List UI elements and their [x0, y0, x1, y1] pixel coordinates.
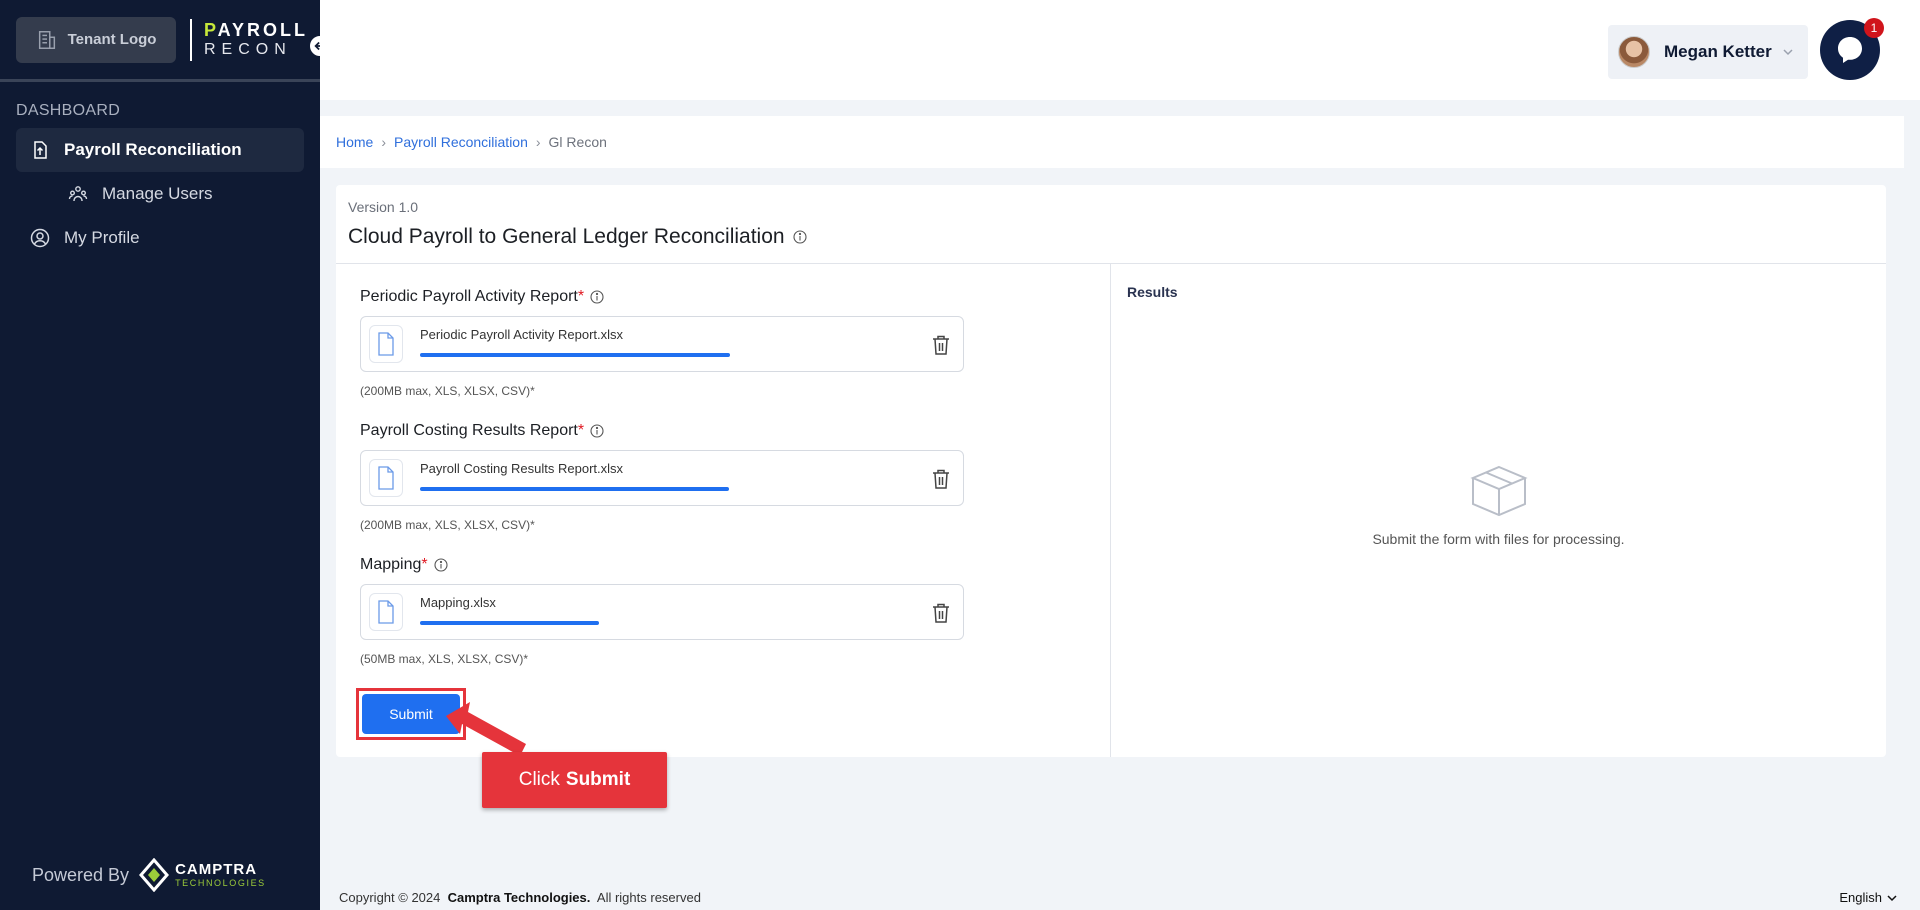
- file-upload-mapping[interactable]: Mapping.xlsx: [360, 584, 964, 640]
- callout-tooltip: Click Submit: [482, 752, 667, 808]
- footer: Copyright © 2024 Camptra Technologies. A…: [339, 890, 701, 905]
- field-mapping: Mapping * Mapping.xlsx (50MB max, XLS, X…: [360, 556, 1086, 666]
- trash-icon[interactable]: [931, 602, 951, 624]
- required-marker: *: [577, 422, 585, 439]
- field-label: Periodic Payroll Activity Report *: [360, 288, 1086, 306]
- results-empty-state: Submit the form with files for processin…: [1111, 464, 1886, 547]
- powered-by: Powered By CAMPTRA TECHNOLOGIES: [32, 858, 266, 892]
- payroll-recon-logo: PAYROLL RECON: [204, 21, 308, 58]
- breadcrumb-payroll-reconciliation[interactable]: Payroll Reconciliation: [394, 134, 528, 150]
- field-label: Payroll Costing Results Report *: [360, 422, 1086, 440]
- field-label-text: Periodic Payroll Activity Report: [360, 288, 578, 305]
- box-icon: [1469, 465, 1528, 517]
- field-label-text: Mapping: [360, 556, 422, 573]
- camptra-sub: TECHNOLOGIES: [175, 878, 266, 888]
- footer-copyright: Copyright © 2024: [339, 890, 441, 905]
- info-icon[interactable]: [590, 424, 604, 438]
- avatar: [1618, 36, 1650, 68]
- footer-rights: All rights reserved: [596, 890, 701, 905]
- users-icon: [68, 186, 88, 202]
- sidebar-item-manage-users[interactable]: Manage Users: [16, 172, 304, 216]
- trash-icon[interactable]: [931, 468, 951, 490]
- field-periodic-payroll: Periodic Payroll Activity Report * Perio…: [360, 288, 1086, 398]
- sidebar-item-payroll-reconciliation[interactable]: Payroll Reconciliation: [16, 128, 304, 172]
- upload-form: Periodic Payroll Activity Report * Perio…: [336, 264, 1111, 757]
- brand-line1: AYROLL: [217, 20, 309, 40]
- chevron-down-icon: [1783, 49, 1793, 56]
- file-name: Payroll Costing Results Report.xlsx: [420, 461, 624, 476]
- file-hint: (200MB max, XLS, XLSX, CSV)*: [360, 518, 535, 532]
- sidebar-item-label: Payroll Reconciliation: [64, 140, 242, 159]
- card-header: Version 1.0 Cloud Payroll to General Led…: [336, 185, 1886, 264]
- notification-badge: 1: [1864, 18, 1884, 38]
- info-icon[interactable]: [793, 230, 807, 244]
- user-menu[interactable]: Megan Ketter: [1608, 25, 1808, 79]
- tenant-logo[interactable]: Tenant Logo: [16, 16, 176, 63]
- sidebar: Tenant Logo PAYROLL RECON DASHBOARD Payr…: [0, 0, 332, 910]
- language-select[interactable]: English: [1839, 890, 1898, 905]
- required-marker: *: [421, 556, 428, 573]
- camptra-name: CAMPTRA: [175, 861, 258, 878]
- sidebar-item-label: Manage Users: [102, 184, 213, 203]
- field-label-text: Payroll Costing Results Report: [360, 422, 578, 439]
- footer-company: Camptra Technologies.: [447, 890, 591, 905]
- upload-file-icon: [34, 141, 47, 159]
- sidebar-item-my-profile[interactable]: My Profile: [16, 216, 304, 260]
- brand-row: Tenant Logo PAYROLL RECON: [0, 0, 332, 82]
- nav-section-dashboard: DASHBOARD: [16, 102, 121, 119]
- trash-icon[interactable]: [931, 334, 951, 356]
- upload-progress-bar: [420, 621, 599, 625]
- user-circle-icon: [30, 228, 50, 248]
- file-hint: (50MB max, XLS, XLSX, CSV)*: [360, 652, 529, 666]
- file-icon: [369, 325, 403, 363]
- language-value: English: [1839, 890, 1882, 905]
- required-marker: *: [577, 288, 585, 305]
- chevron-right-icon: ›: [381, 134, 387, 150]
- brand-divider: [190, 18, 192, 61]
- file-upload-periodic-payroll[interactable]: Periodic Payroll Activity Report.xlsx: [360, 316, 964, 372]
- file-icon: [369, 459, 403, 497]
- breadcrumb-home[interactable]: Home: [336, 134, 373, 150]
- version-label: Version 1.0: [348, 199, 419, 215]
- field-label: Mapping *: [360, 556, 1086, 574]
- info-icon[interactable]: [590, 290, 604, 304]
- brand-accent: P: [204, 20, 218, 40]
- camptra-mark-icon: [139, 858, 170, 892]
- chat-bubble-icon: [1838, 37, 1862, 63]
- camptra-logo: CAMPTRA TECHNOLOGIES: [139, 858, 266, 892]
- chevron-down-icon: [1887, 894, 1897, 901]
- results-empty-text: Submit the form with files for processin…: [1372, 531, 1625, 547]
- chevron-right-icon: ›: [535, 134, 541, 150]
- brand-line2: RECON: [204, 41, 292, 58]
- page-title-text: Cloud Payroll to General Ledger Reconcil…: [348, 225, 785, 248]
- sidebar-item-label: My Profile: [64, 228, 140, 247]
- file-name: Periodic Payroll Activity Report.xlsx: [420, 327, 624, 342]
- top-header: Megan Ketter 1: [320, 0, 1920, 100]
- recon-card: Version 1.0 Cloud Payroll to General Led…: [336, 185, 1886, 757]
- callout-target: Submit: [565, 769, 631, 790]
- building-icon: [38, 30, 55, 49]
- info-icon[interactable]: [434, 558, 448, 572]
- results-panel: Results Submit the form with files for p…: [1111, 264, 1886, 757]
- field-payroll-costing: Payroll Costing Results Report * Payroll…: [360, 422, 1086, 532]
- upload-progress-bar: [420, 487, 729, 491]
- page-title: Cloud Payroll to General Ledger Reconcil…: [348, 225, 1874, 249]
- upload-progress-bar: [420, 353, 730, 357]
- breadcrumb: Home › Payroll Reconciliation › Gl Recon: [320, 116, 1904, 168]
- callout-arrow-icon: [446, 702, 526, 756]
- user-name: Megan Ketter: [1664, 42, 1772, 61]
- breadcrumb-current: Gl Recon: [548, 134, 607, 150]
- callout-prefix: Click: [518, 769, 560, 790]
- file-hint: (200MB max, XLS, XLSX, CSV)*: [360, 384, 535, 398]
- powered-by-label: Powered By: [32, 864, 130, 885]
- results-title: Results: [1127, 284, 1178, 300]
- chat-button[interactable]: 1: [1820, 18, 1884, 80]
- file-icon: [369, 593, 403, 631]
- file-name: Mapping.xlsx: [420, 595, 496, 610]
- file-upload-payroll-costing[interactable]: Payroll Costing Results Report.xlsx: [360, 450, 964, 506]
- tenant-logo-label: Tenant Logo: [67, 31, 157, 48]
